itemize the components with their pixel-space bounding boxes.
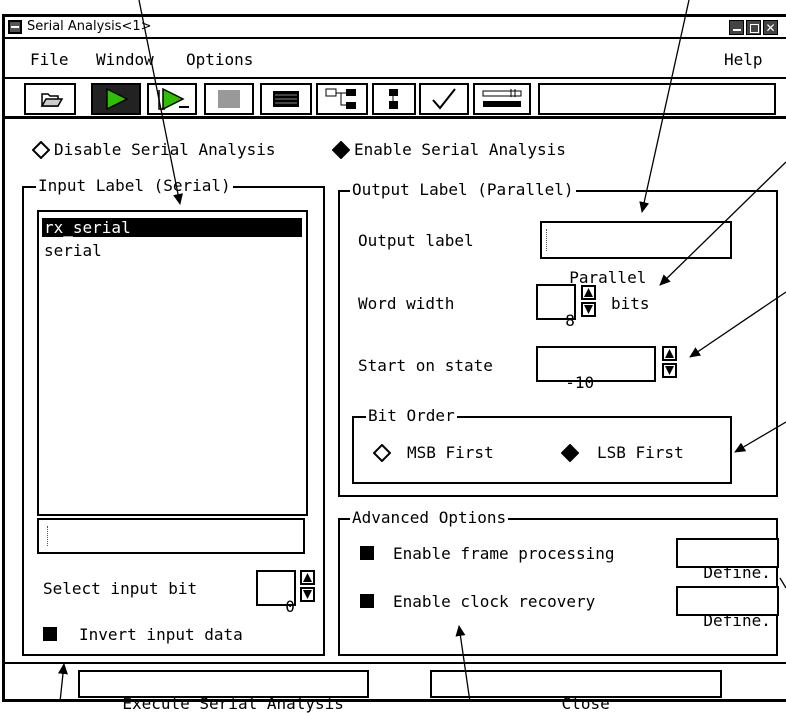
diamond-filled-icon bbox=[332, 141, 350, 159]
check-button[interactable] bbox=[419, 83, 469, 115]
minimize-icon[interactable] bbox=[729, 20, 744, 35]
lsb-first-radio[interactable]: LSB First bbox=[561, 443, 711, 463]
menu-bar: File Window Options Help bbox=[5, 39, 786, 79]
run-button[interactable] bbox=[91, 83, 141, 115]
invert-input-label: Invert input data bbox=[79, 625, 243, 644]
bottom-separator bbox=[5, 662, 786, 664]
run-icon bbox=[106, 87, 129, 111]
advanced-group-title: Advanced Options bbox=[350, 508, 509, 527]
title-bar[interactable]: Serial Analysis<1> ✕ bbox=[5, 17, 786, 39]
spin-up-icon[interactable] bbox=[581, 285, 596, 300]
check-icon bbox=[432, 88, 456, 110]
bit-order-title: Bit Order bbox=[366, 406, 457, 425]
enable-clock-label: Enable clock recovery bbox=[393, 592, 596, 611]
menu-file[interactable]: File bbox=[30, 50, 69, 69]
define-clock-button[interactable]: Define. bbox=[676, 586, 779, 630]
word-width-caption: Word width bbox=[358, 294, 455, 313]
spin-up-icon[interactable] bbox=[300, 570, 315, 585]
select-input-bit-spinner[interactable] bbox=[300, 570, 317, 604]
checkbox-checked-icon bbox=[360, 594, 374, 608]
list-item-selected[interactable]: rx_serial bbox=[42, 218, 302, 237]
window-menu-icon[interactable] bbox=[8, 20, 22, 34]
run-repetitive-icon bbox=[158, 87, 189, 111]
define-frame-button[interactable]: Define. bbox=[676, 538, 779, 582]
word-width-field[interactable]: 8 bbox=[536, 284, 576, 330]
run-repetitive-button[interactable] bbox=[147, 83, 197, 115]
menu-window[interactable]: Window bbox=[96, 50, 154, 69]
hierarchy-button[interactable] bbox=[316, 83, 368, 115]
menu-help[interactable]: Help bbox=[724, 50, 763, 69]
module-icon bbox=[389, 89, 398, 109]
enable-frame-label: Enable frame processing bbox=[393, 544, 615, 563]
invert-input-checkbox[interactable]: Invert input data bbox=[43, 625, 293, 645]
stop-icon bbox=[218, 90, 240, 108]
list-item[interactable]: serial bbox=[42, 241, 302, 260]
output-label-field[interactable]: Parallel bbox=[540, 221, 732, 287]
listing-button[interactable] bbox=[260, 83, 312, 115]
lsb-first-label: LSB First bbox=[597, 443, 684, 462]
spin-down-icon[interactable] bbox=[581, 302, 596, 317]
enable-serial-label: Enable Serial Analysis bbox=[354, 140, 566, 159]
spin-down-icon[interactable] bbox=[300, 587, 315, 602]
enable-clock-checkbox[interactable]: Enable clock recovery bbox=[360, 592, 670, 612]
enable-frame-checkbox[interactable]: Enable frame processing bbox=[360, 544, 670, 564]
diamond-empty-icon bbox=[32, 141, 50, 159]
input-label-entry[interactable] bbox=[37, 518, 305, 554]
hierarchy-icon bbox=[325, 88, 356, 109]
window-title: Serial Analysis<1> bbox=[27, 19, 152, 34]
text-cursor-icon bbox=[47, 526, 49, 546]
input-group-title: Input Label (Serial) bbox=[36, 176, 233, 195]
input-label-list[interactable]: rx_serial serial bbox=[37, 210, 308, 516]
spin-down-icon[interactable] bbox=[662, 363, 677, 378]
disable-serial-label: Disable Serial Analysis bbox=[54, 140, 276, 159]
output-label-caption: Output label bbox=[358, 231, 474, 250]
close-button[interactable]: Close bbox=[430, 670, 722, 713]
execute-serial-analysis-button[interactable]: Execute Serial Analysis bbox=[78, 670, 369, 713]
maximize-icon[interactable] bbox=[746, 20, 761, 35]
word-width-spinner[interactable] bbox=[581, 285, 598, 319]
tool-button[interactable] bbox=[473, 83, 531, 115]
stop-button[interactable] bbox=[204, 83, 254, 115]
text-cursor-icon bbox=[546, 229, 548, 251]
start-on-state-field[interactable]: -10 bbox=[536, 346, 656, 392]
close-icon[interactable]: ✕ bbox=[763, 20, 778, 35]
tool-icon bbox=[482, 89, 522, 107]
output-group-title: Output Label (Parallel) bbox=[350, 180, 576, 199]
msb-first-radio[interactable]: MSB First bbox=[373, 443, 523, 463]
open-folder-button[interactable] bbox=[24, 83, 76, 115]
menu-options[interactable]: Options bbox=[186, 50, 253, 69]
word-width-unit: bits bbox=[611, 294, 650, 313]
start-on-state-spinner[interactable] bbox=[662, 346, 679, 380]
spin-up-icon[interactable] bbox=[662, 346, 677, 361]
open-folder-icon bbox=[40, 93, 64, 107]
listing-icon bbox=[273, 91, 299, 107]
checkbox-checked-icon bbox=[43, 627, 57, 641]
start-on-state-caption: Start on state bbox=[358, 356, 493, 375]
diamond-filled-icon bbox=[561, 444, 579, 462]
diamond-empty-icon bbox=[373, 444, 391, 462]
module-button[interactable] bbox=[372, 83, 416, 115]
toolbar-status-field bbox=[538, 83, 776, 115]
select-input-bit-field[interactable]: 0 bbox=[256, 570, 296, 616]
checkbox-checked-icon bbox=[360, 546, 374, 560]
msb-first-label: MSB First bbox=[407, 443, 494, 462]
select-input-bit-label: Select input bit bbox=[43, 579, 198, 598]
